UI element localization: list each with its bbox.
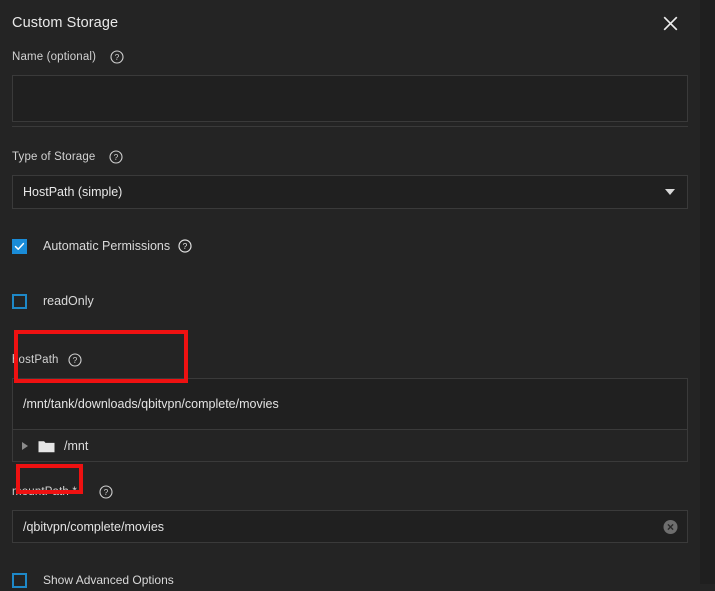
type-of-storage-selected-value: HostPath (simple) — [23, 185, 123, 199]
mount-path-label-row: mountPath * ? — [12, 482, 688, 502]
help-circle-icon-host-path[interactable]: ? — [68, 353, 82, 367]
show-advanced-options-checkbox[interactable] — [12, 572, 27, 588]
host-path-folder-tree: /mnt — [12, 430, 688, 462]
mount-path-input[interactable]: /qbitvpn/complete/movies — [12, 510, 688, 543]
show-advanced-options-row[interactable]: Show Advanced Options — [12, 569, 688, 591]
type-of-storage-group: Type of Storage ? HostPath (simple) — [12, 147, 688, 209]
help-circle-icon-name[interactable]: ? — [110, 50, 124, 64]
automatic-permissions-checkbox[interactable] — [12, 238, 27, 254]
host-path-label: hostPath — [12, 354, 59, 366]
name-input-underline — [12, 126, 688, 127]
custom-storage-dialog: Custom Storage Name (optional) ? Type of… — [0, 0, 700, 588]
name-input[interactable] — [12, 75, 688, 122]
host-path-input-value: /mnt/tank/downloads/qbitvpn/complete/mov… — [23, 397, 279, 411]
name-label-row: Name (optional) ? — [12, 47, 688, 67]
tree-row[interactable]: /mnt — [13, 430, 687, 461]
automatic-permissions-label: Automatic Permissions — [43, 239, 171, 253]
mount-path-label: mountPath * — [12, 486, 77, 498]
svg-text:?: ? — [104, 487, 109, 497]
svg-text:?: ? — [183, 241, 188, 251]
automatic-permissions-row[interactable]: Automatic Permissions ? — [12, 235, 688, 257]
read-only-checkbox[interactable] — [12, 293, 27, 309]
right-gutter — [700, 0, 715, 584]
svg-text:?: ? — [114, 152, 119, 162]
mount-path-group: mountPath * ? /qbitvpn/complete/movies — [12, 482, 688, 543]
dialog-header: Custom Storage — [12, 0, 688, 46]
mount-path-input-value: /qbitvpn/complete/movies — [23, 519, 165, 534]
svg-text:?: ? — [115, 52, 120, 62]
help-circle-icon-mount-path[interactable]: ? — [99, 485, 113, 499]
svg-text:?: ? — [72, 355, 77, 365]
host-path-label-row: hostPath ? — [12, 350, 688, 370]
type-of-storage-select[interactable]: HostPath (simple) — [12, 175, 688, 209]
clear-circle-icon[interactable] — [663, 519, 678, 534]
host-path-group: hostPath ? /mnt/tank/downloads/qbitvpn/c… — [12, 350, 688, 462]
read-only-label: readOnly — [43, 294, 94, 308]
close-icon — [662, 15, 679, 32]
name-field-group: Name (optional) ? — [12, 47, 688, 127]
host-path-input[interactable]: /mnt/tank/downloads/qbitvpn/complete/mov… — [12, 378, 688, 430]
type-of-storage-label: Type of Storage — [12, 151, 96, 163]
help-circle-icon-automatic-permissions[interactable]: ? — [178, 239, 192, 253]
tree-row-label: /mnt — [64, 438, 89, 453]
caret-right-icon[interactable] — [22, 441, 28, 450]
name-label: Name (optional) — [12, 51, 97, 63]
folder-icon — [38, 439, 55, 453]
help-circle-icon-type-of-storage[interactable]: ? — [109, 150, 124, 164]
show-advanced-options-label: Show Advanced Options — [43, 573, 174, 587]
close-button[interactable] — [655, 8, 685, 38]
type-of-storage-label-row: Type of Storage ? — [12, 147, 688, 167]
page-title: Custom Storage — [12, 15, 119, 31]
chevron-down-icon — [665, 189, 675, 195]
read-only-row[interactable]: readOnly — [12, 290, 688, 312]
